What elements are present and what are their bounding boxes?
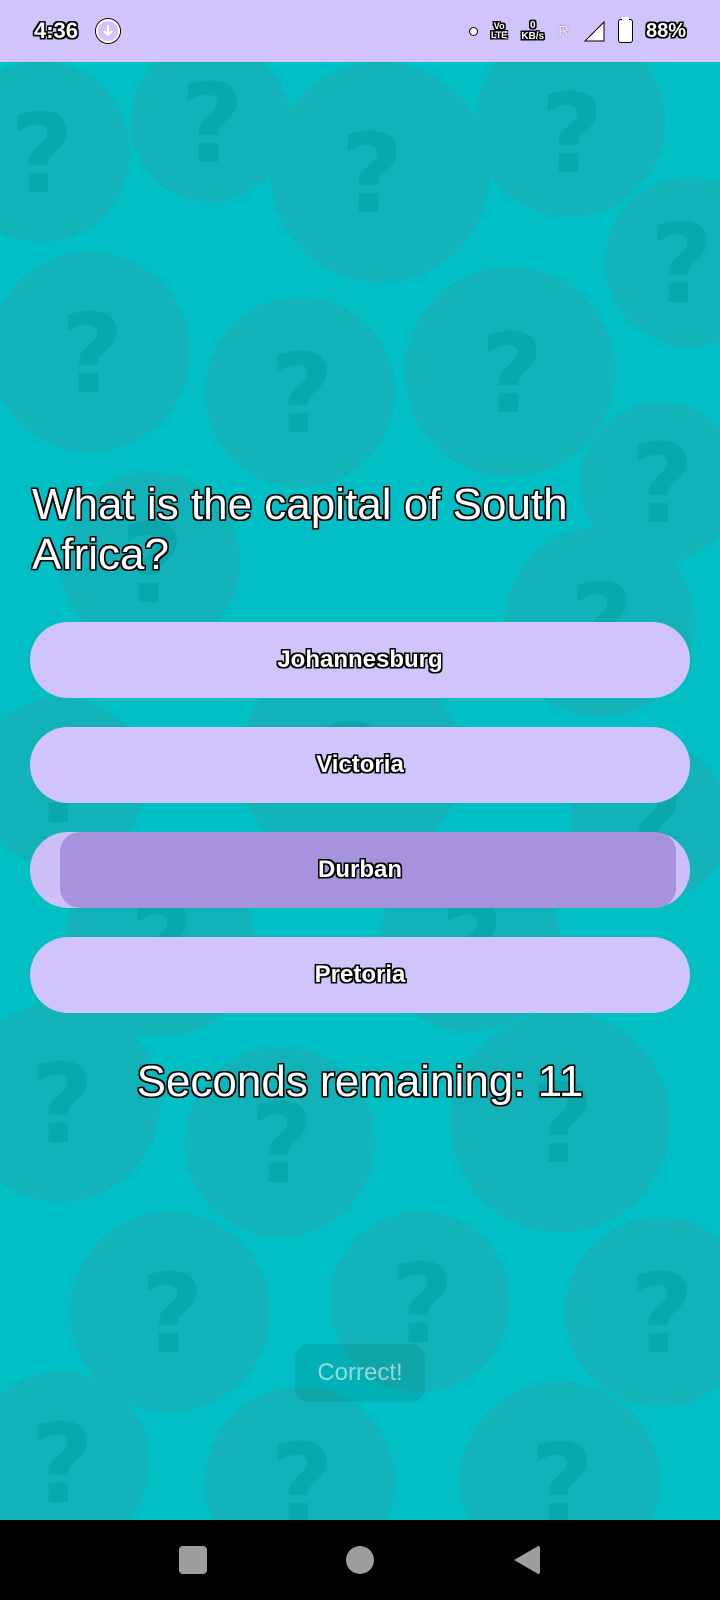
svg-text:?: ? [480,310,544,438]
answer-button-1[interactable]: Johannesburg [30,622,690,698]
notification-dot-icon [469,27,477,35]
svg-text:?: ? [270,1420,334,1520]
status-right: Vo LTE 0 KB/s R 88% [469,17,686,43]
svg-text:?: ? [630,1250,694,1378]
countdown-timer: Seconds remaining: 11 [136,1057,584,1106]
svg-text:?: ? [650,200,714,328]
answer-label: Durban [318,856,402,883]
feedback-toast: Correct! [295,1344,425,1402]
navigation-bar [0,1520,720,1600]
answer-label: Pretoria [314,961,406,988]
battery-icon [618,17,632,42]
triangle-back-icon [513,1545,540,1575]
svg-text:?: ? [270,330,334,458]
svg-text:?: ? [10,90,74,218]
status-time: 4:36 [34,18,79,43]
svg-text:?: ? [140,1250,204,1378]
network-speed-value: 0 [529,20,536,31]
answer-button-2[interactable]: Victoria [30,727,690,803]
download-circle-icon [96,19,121,43]
svg-text:?: ? [530,1420,594,1520]
svg-text:?: ? [180,62,244,188]
quiz-screen: ??? ??? ??? ??? ??? ??? ??? ??? ? What i… [0,62,720,1520]
question-text: What is the capital of South Africa? [32,480,568,579]
screen: 4:36 Vo LTE 0 KB/s R 88% ? ? ? ? ? ? ? ?… [0,0,720,1600]
answer-label: Johannesburg [277,646,443,673]
svg-text:?: ? [60,290,124,418]
answer-button-3[interactable]: Durban [30,832,690,908]
answer-label: Victoria [316,751,404,778]
status-bar: 4:36 Vo LTE 0 KB/s R 88% [0,0,720,62]
svg-text:?: ? [540,70,604,198]
volte-indicator: Vo LTE [491,22,507,40]
home-button[interactable] [340,1540,380,1580]
svg-text:?: ? [340,110,404,238]
recents-button[interactable] [173,1540,213,1580]
answer-list: Johannesburg Victoria Durban Pretoria [30,622,690,1042]
network-speed: 0 KB/s [521,20,544,42]
square-icon [179,1546,208,1574]
back-button[interactable] [507,1540,547,1580]
svg-text:?: ? [30,1400,94,1520]
cell-signal-icon [583,20,605,42]
circle-icon [345,1546,374,1574]
download-arrow-glyph [103,25,113,37]
answer-button-4[interactable]: Pretoria [30,937,690,1013]
roaming-indicator: R [558,22,569,40]
status-left: 4:36 [34,18,121,44]
battery-percent: 88% [645,19,686,42]
network-speed-unit: KB/s [521,31,545,42]
volte-bottom-label: LTE [490,30,508,40]
